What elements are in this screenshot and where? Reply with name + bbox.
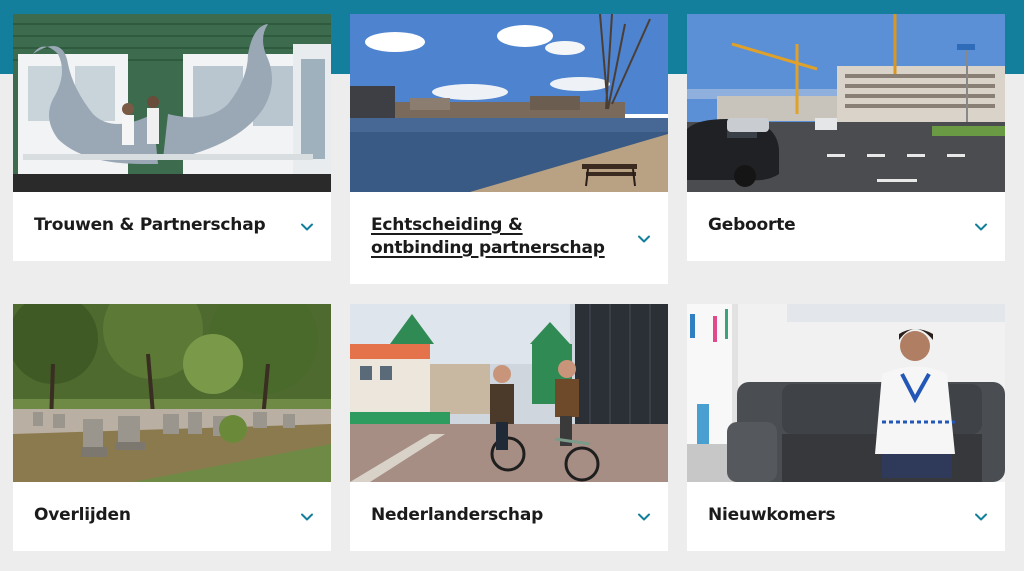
card-image bbox=[687, 304, 1005, 482]
card-title[interactable]: Overlijden bbox=[34, 504, 279, 527]
chevron-down-icon[interactable] bbox=[637, 510, 651, 524]
card-image bbox=[350, 14, 668, 192]
card-title[interactable]: Nederlanderschap bbox=[371, 504, 616, 527]
card-image bbox=[350, 304, 668, 482]
card-trouwen-partnerschap[interactable]: Trouwen & Partnerschap bbox=[13, 14, 331, 261]
chevron-down-icon[interactable] bbox=[300, 510, 314, 524]
card-nieuwkomers[interactable]: Nieuwkomers bbox=[687, 304, 1005, 551]
card-overlijden[interactable]: Overlijden bbox=[13, 304, 331, 551]
chevron-down-icon[interactable] bbox=[637, 232, 651, 246]
card-image bbox=[13, 14, 331, 192]
card-image bbox=[687, 14, 1005, 192]
card-title[interactable]: Geboorte bbox=[708, 214, 953, 237]
card-image bbox=[13, 304, 331, 482]
chevron-down-icon[interactable] bbox=[974, 510, 988, 524]
chevron-down-icon[interactable] bbox=[974, 220, 988, 234]
card-title[interactable]: Echtscheiding & ontbinding partnerschap bbox=[371, 214, 616, 260]
card-echtscheiding-ontbinding[interactable]: Echtscheiding & ontbinding partnerschap bbox=[350, 14, 668, 284]
card-nederlanderschap[interactable]: Nederlanderschap bbox=[350, 304, 668, 551]
card-geboorte[interactable]: Geboorte bbox=[687, 14, 1005, 261]
card-title[interactable]: Nieuwkomers bbox=[708, 504, 953, 527]
card-title[interactable]: Trouwen & Partnerschap bbox=[34, 214, 279, 237]
chevron-down-icon[interactable] bbox=[300, 220, 314, 234]
